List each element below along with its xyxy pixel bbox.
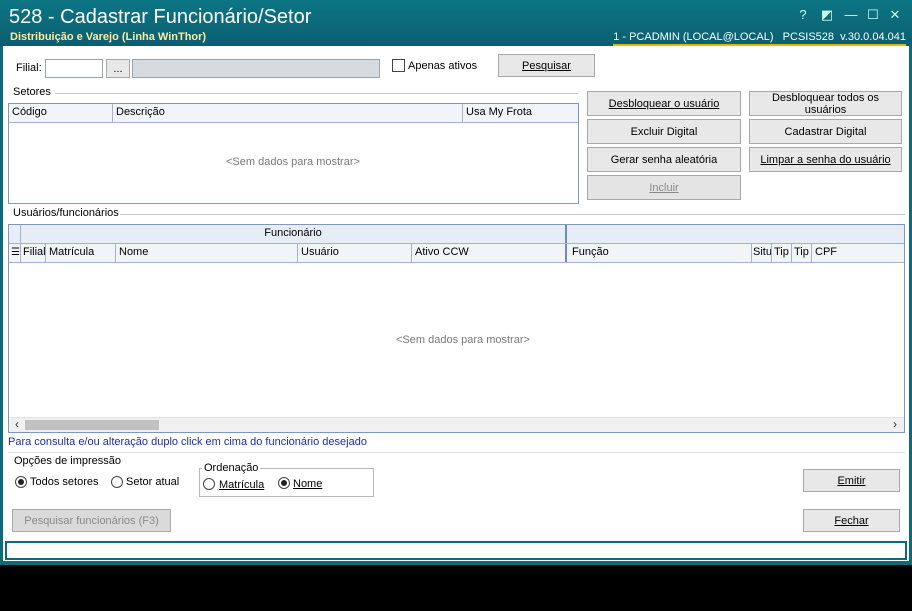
- restore-icon[interactable]: ◩: [818, 6, 836, 24]
- filial-input[interactable]: [45, 59, 103, 78]
- order-by-name-label: Nome: [293, 478, 323, 490]
- close-label: Fechar: [834, 514, 869, 527]
- unlock-all-button[interactable]: Desbloquear todos os usuários: [749, 91, 902, 116]
- current-sector-label: Setor atual: [126, 476, 180, 488]
- current-sector-radio[interactable]: [111, 476, 123, 488]
- column-header-ativo-ccw[interactable]: Ativo CCW: [412, 244, 567, 262]
- order-by-registration-label: Matrícula: [219, 479, 265, 491]
- filial-name-field: [132, 59, 380, 78]
- column-header-tipo-2[interactable]: Tip: [792, 244, 812, 262]
- band-spacer: [9, 225, 21, 243]
- unlock-all-label: Desbloquear todos os usuários: [771, 91, 879, 116]
- emit-button[interactable]: Emitir: [803, 469, 900, 492]
- help-icon[interactable]: ?: [794, 6, 812, 24]
- usuarios-band-header: Funcionário: [9, 225, 904, 244]
- random-password-button[interactable]: Gerar senha aleatória: [587, 147, 741, 172]
- clear-password-button[interactable]: Limpar a senha do usuário: [749, 147, 902, 172]
- active-only-label: Apenas ativos: [408, 60, 478, 72]
- column-header-descricao[interactable]: Descrição: [113, 104, 463, 122]
- usuarios-section-label: Usuários/funcionários: [13, 207, 119, 219]
- delete-digital-button[interactable]: Excluir Digital: [587, 119, 741, 144]
- emit-label: Emitir: [837, 474, 866, 487]
- unlock-user-button[interactable]: Desbloquear o usuário: [587, 91, 741, 116]
- search-button[interactable]: Pesquisar: [498, 54, 595, 77]
- active-only-checkbox[interactable]: [392, 59, 405, 72]
- order-by-registration-radio[interactable]: [203, 478, 215, 490]
- title-bar: 528 - Cadastrar Funcionário/Setor Distri…: [0, 0, 912, 46]
- horizontal-scrollbar[interactable]: ‹ ›: [9, 417, 904, 432]
- app-window: 528 - Cadastrar Funcionário/Setor Distri…: [0, 0, 912, 565]
- session-status: 1 - PCADMIN (LOCAL@LOCAL) PCSIS528 v.30.…: [613, 31, 906, 46]
- column-header-nome[interactable]: Nome: [116, 244, 298, 262]
- setores-grid[interactable]: Código Descrição Usa My Frota <Sem dados…: [8, 103, 579, 204]
- column-header-cpf[interactable]: CPF: [812, 244, 904, 262]
- column-header-codigo[interactable]: Código: [9, 104, 113, 122]
- session-status-text: 1 - PCADMIN (LOCAL@LOCAL) PCSIS528 v.30.…: [613, 31, 906, 43]
- setores-section-label: Setores: [13, 86, 51, 98]
- close-icon[interactable]: ✕: [886, 6, 904, 24]
- print-divider: [8, 452, 905, 453]
- column-header-usuario[interactable]: Usuário: [298, 244, 412, 262]
- usuarios-grid[interactable]: Funcionário ☰ Filial Matrícula Nome Usuá…: [8, 224, 905, 433]
- column-header-funcao[interactable]: Função: [569, 244, 752, 262]
- column-header-matricula[interactable]: Matrícula: [46, 244, 116, 262]
- include-label: Incluir: [649, 181, 679, 194]
- column-header-filial[interactable]: Filial: [21, 244, 46, 262]
- all-sectors-label: Todos setores: [30, 476, 99, 488]
- window-title: 528 - Cadastrar Funcionário/Setor: [9, 6, 312, 28]
- all-sectors-radio[interactable]: [15, 476, 27, 488]
- column-header-usa-my-frota[interactable]: Usa My Frota: [463, 104, 578, 122]
- clear-password-label: Limpar a senha do usuário: [760, 153, 891, 166]
- minimize-icon[interactable]: —: [842, 6, 860, 24]
- maximize-icon[interactable]: ☐: [864, 6, 882, 24]
- column-header-situacao[interactable]: Situ: [752, 244, 772, 262]
- form-client-area: Filial: ... Apenas ativos Pesquisar Seto…: [3, 46, 909, 561]
- unlock-user-label: Desbloquear o usuário: [608, 97, 720, 110]
- search-button-label: Pesquisar: [522, 59, 571, 72]
- close-button[interactable]: Fechar: [803, 509, 900, 532]
- usuarios-divider: [120, 214, 905, 215]
- usuarios-empty-message: <Sem dados para mostrar>: [396, 334, 530, 346]
- scroll-right-icon[interactable]: ›: [889, 418, 901, 432]
- usuarios-grid-header: ☰ Filial Matrícula Nome Usuário Ativo CC…: [9, 244, 904, 263]
- column-chooser-icon[interactable]: ☰: [9, 244, 21, 262]
- setores-empty-message: <Sem dados para mostrar>: [226, 156, 360, 168]
- order-by-name-radio[interactable]: [278, 477, 290, 489]
- include-button[interactable]: Incluir: [587, 175, 741, 200]
- filial-browse-button[interactable]: ...: [106, 59, 130, 78]
- print-options-label: Opções de impressão: [14, 455, 121, 467]
- status-bar: [5, 541, 907, 560]
- scrollbar-thumb[interactable]: [25, 420, 159, 430]
- band-funcionario: Funcionário: [21, 225, 567, 243]
- scroll-left-icon[interactable]: ‹: [11, 418, 23, 432]
- setores-grid-header: Código Descrição Usa My Frota: [9, 104, 578, 123]
- setores-divider: [55, 93, 578, 94]
- column-header-tipo-1[interactable]: Tip: [772, 244, 792, 262]
- window-subtitle: Distribuição e Varejo (Linha WinThor): [10, 31, 207, 43]
- register-digital-button[interactable]: Cadastrar Digital: [749, 119, 902, 144]
- ordering-label: Ordenação: [202, 462, 261, 474]
- search-employees-button[interactable]: Pesquisar funcionários (F3): [12, 509, 171, 532]
- filial-label: Filial:: [16, 62, 42, 74]
- double-click-hint: Para consulta e/ou alteração duplo click…: [8, 436, 367, 448]
